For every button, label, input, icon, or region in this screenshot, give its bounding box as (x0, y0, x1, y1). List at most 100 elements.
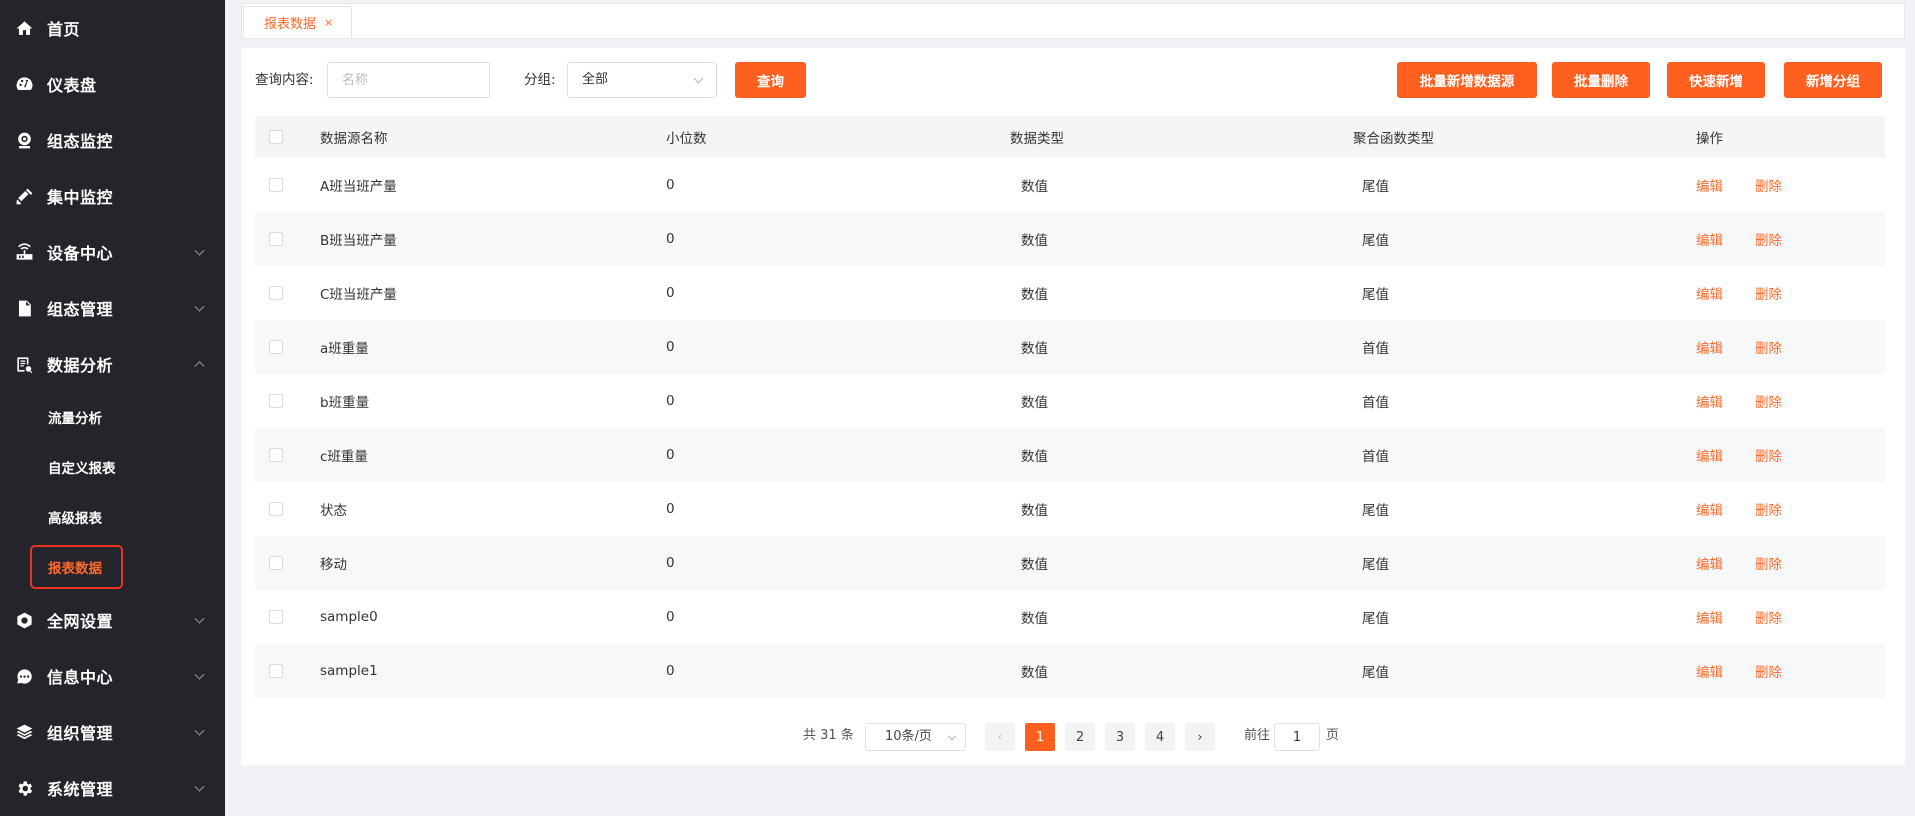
sidebar-item-label: 组态监控 (47, 132, 114, 151)
chevron-up-icon (194, 361, 205, 372)
prev-page-button[interactable]: ‹ (985, 723, 1015, 751)
delete-link[interactable]: 删除 (1755, 320, 1782, 374)
group-select[interactable]: 全部 (567, 62, 717, 98)
document-edit-icon (14, 298, 34, 318)
home-icon (14, 18, 34, 38)
sidebar-item-home[interactable]: 首页 (0, 0, 225, 56)
row-checkbox[interactable] (269, 178, 283, 192)
chevron-down-icon (194, 301, 205, 312)
tab-report-data[interactable]: 报表数据 × (243, 6, 353, 38)
sidebar-item-config-monitor[interactable]: 组态监控 (0, 112, 225, 168)
table-row: 状态 0 数值 尾值 编辑 删除 (255, 482, 1885, 536)
table-header: 数据源名称 小位数 数据类型 聚合函数类型 操作 (255, 116, 1885, 158)
batch-delete-button[interactable]: 批量删除 (1552, 62, 1650, 98)
sidebar-item-config-manage[interactable]: 组态管理 (0, 280, 225, 336)
datasource-table: 数据源名称 小位数 数据类型 聚合函数类型 操作 A班当班产量 0 数值 尾值 编辑 删除… (255, 116, 1885, 698)
delete-link[interactable]: 删除 (1755, 212, 1782, 266)
active-highlight-outline (30, 545, 123, 589)
sidebar-item-label: 全网设置 (47, 612, 114, 631)
cell-data-type: 数值 (1021, 503, 1048, 519)
edit-link[interactable]: 编辑 (1696, 644, 1723, 698)
edit-link[interactable]: 编辑 (1696, 590, 1723, 644)
edit-link[interactable]: 编辑 (1696, 536, 1723, 590)
row-checkbox[interactable] (269, 502, 283, 516)
layers-icon (14, 722, 34, 742)
sidebar-item-central-monitor[interactable]: 集中监控 (0, 168, 225, 224)
delete-link[interactable]: 删除 (1755, 158, 1782, 212)
sidebar-item-device-center[interactable]: 设备中心 (0, 224, 225, 280)
table-row: A班当班产量 0 数值 尾值 编辑 删除 (255, 158, 1885, 212)
goto-label: 前往 (1244, 728, 1271, 743)
gear-icon (14, 778, 34, 798)
sidebar-subitem-custom-report[interactable]: 自定义报表 (0, 442, 225, 492)
sidebar-subitem-report-data[interactable]: 报表数据 (0, 542, 225, 592)
page-button-1[interactable]: 1 (1025, 723, 1055, 751)
cell-aggregate-type: 尾值 (1362, 557, 1389, 573)
delete-link[interactable]: 删除 (1755, 374, 1782, 428)
edit-link[interactable]: 编辑 (1696, 158, 1723, 212)
cell-datasource-name: 状态 (320, 503, 347, 519)
sidebar-item-org-manage[interactable]: 组织管理 (0, 704, 225, 760)
cell-aggregate-type: 尾值 (1362, 503, 1389, 519)
row-checkbox[interactable] (269, 664, 283, 678)
sidebar-item-label: 设备中心 (47, 244, 114, 263)
row-checkbox[interactable] (269, 340, 283, 354)
pagination-total: 共 31 条 (803, 728, 854, 743)
cell-decimals: 0 (666, 555, 675, 571)
name-search-input[interactable] (327, 62, 490, 98)
table-row: C班当班产量 0 数值 尾值 编辑 删除 (255, 266, 1885, 320)
delete-link[interactable]: 删除 (1755, 536, 1782, 590)
sidebar-item-system-manage[interactable]: 系统管理 (0, 760, 225, 816)
row-checkbox[interactable] (269, 556, 283, 570)
cell-data-type: 数值 (1021, 341, 1048, 357)
cell-datasource-name: sample0 (320, 609, 378, 625)
sidebar: 首页 仪表盘 组态监控 集中监控 设备中心 组态管理 数据分析 流量分析 自定义… (0, 0, 225, 816)
select-all-checkbox[interactable] (269, 130, 283, 144)
row-checkbox[interactable] (269, 232, 283, 246)
delete-link[interactable]: 删除 (1755, 644, 1782, 698)
header-datasource-name: 数据源名称 (320, 131, 388, 147)
edit-link[interactable]: 编辑 (1696, 374, 1723, 428)
sidebar-item-data-analysis[interactable]: 数据分析 (0, 336, 225, 392)
delete-link[interactable]: 删除 (1755, 266, 1782, 320)
goto-page-input[interactable] (1274, 723, 1320, 751)
tab-bar: 报表数据 × (241, 3, 1905, 39)
add-group-button[interactable]: 新增分组 (1784, 62, 1882, 98)
delete-link[interactable]: 删除 (1755, 482, 1782, 536)
quick-add-button[interactable]: 快速新增 (1667, 62, 1765, 98)
data-report-icon (14, 354, 34, 374)
row-checkbox[interactable] (269, 394, 283, 408)
delete-link[interactable]: 删除 (1755, 428, 1782, 482)
sidebar-subitem-advanced-report[interactable]: 高级报表 (0, 492, 225, 542)
sidebar-item-dashboard[interactable]: 仪表盘 (0, 56, 225, 112)
row-checkbox[interactable] (269, 448, 283, 462)
close-icon[interactable]: × (324, 16, 333, 29)
edit-link[interactable]: 编辑 (1696, 428, 1723, 482)
sidebar-item-message-center[interactable]: 信息中心 (0, 648, 225, 704)
sidebar-subitem-traffic-analysis[interactable]: 流量分析 (0, 392, 225, 442)
cell-data-type: 数值 (1021, 179, 1048, 195)
edit-link[interactable]: 编辑 (1696, 212, 1723, 266)
cell-aggregate-type: 尾值 (1362, 287, 1389, 303)
edit-link[interactable]: 编辑 (1696, 266, 1723, 320)
edit-link[interactable]: 编辑 (1696, 482, 1723, 536)
sidebar-item-label: 组织管理 (47, 724, 114, 743)
sidebar-item-network-settings[interactable]: 全网设置 (0, 592, 225, 648)
cell-aggregate-type: 首值 (1362, 449, 1389, 465)
cell-data-type: 数值 (1021, 557, 1048, 573)
page-size-select[interactable]: 10条/页 (865, 723, 966, 751)
cell-data-type: 数值 (1021, 287, 1048, 303)
query-button[interactable]: 查询 (735, 62, 806, 98)
next-page-button[interactable]: › (1185, 723, 1215, 751)
page-button-4[interactable]: 4 (1145, 723, 1175, 751)
edit-link[interactable]: 编辑 (1696, 320, 1723, 374)
chevron-down-icon (194, 725, 205, 736)
page-button-2[interactable]: 2 (1065, 723, 1095, 751)
page-button-3[interactable]: 3 (1105, 723, 1135, 751)
chevron-down-icon (194, 781, 205, 792)
batch-add-datasource-button[interactable]: 批量新增数据源 (1397, 62, 1537, 98)
delete-link[interactable]: 删除 (1755, 590, 1782, 644)
cell-decimals: 0 (666, 177, 675, 193)
row-checkbox[interactable] (269, 610, 283, 624)
row-checkbox[interactable] (269, 286, 283, 300)
